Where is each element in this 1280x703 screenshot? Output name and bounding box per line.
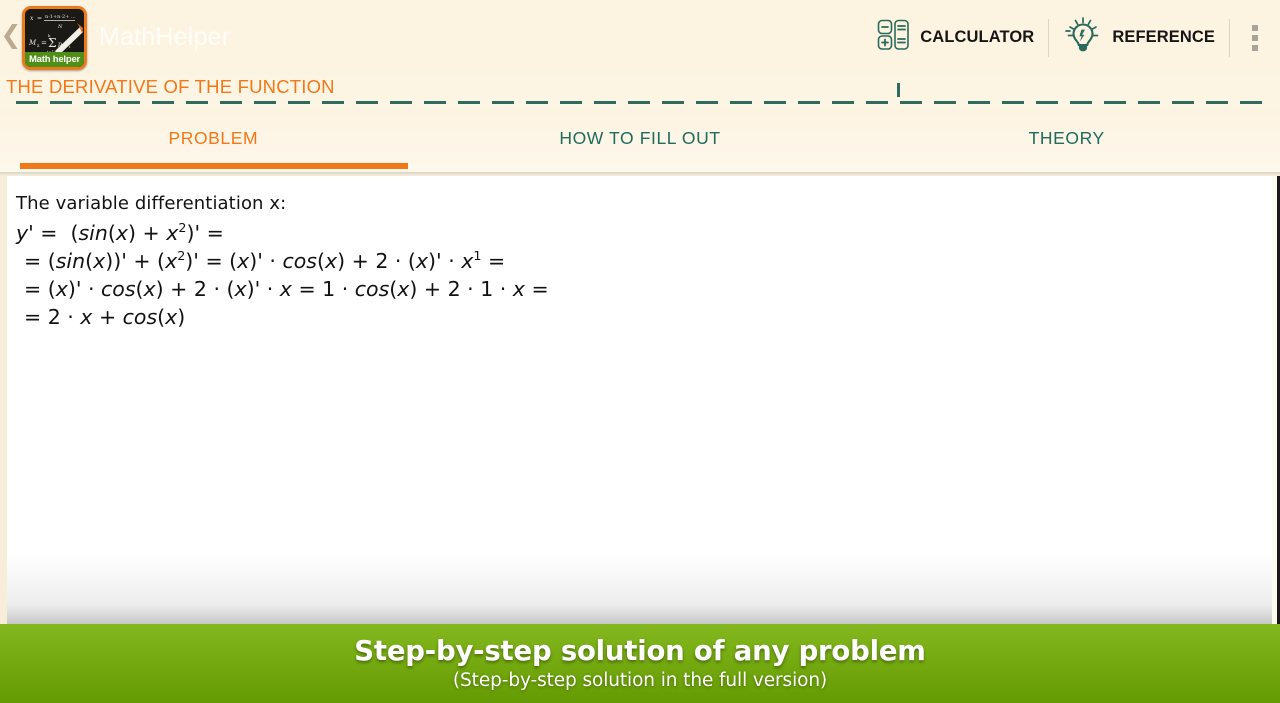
- overflow-dot-1: [1252, 24, 1258, 31]
- solution-line-1: y' = (sin(x) + x2)' =: [16, 220, 224, 245]
- solution-line-4: = 2 · x + cos(x): [24, 305, 186, 329]
- tab-theory-label: THEORY: [1028, 127, 1105, 148]
- top-app-bar: ❮ x = n·1+n·2+ ... N M x = Σ k p i Math …: [0, 0, 1280, 75]
- svg-text:=: =: [41, 39, 47, 47]
- svg-text:=: =: [37, 15, 42, 22]
- solution-steps: The variable differentiation x: y' = (si…: [16, 190, 1260, 331]
- page-title: THE DERIVATIVE OF THE FUNCTION: [6, 76, 335, 97]
- solution-line-3: = (x)' · cos(x) + 2 · (x)' · x = 1 · cos…: [24, 277, 549, 301]
- overflow-dot-2: [1252, 34, 1258, 41]
- dashed-divider: [16, 101, 1270, 104]
- overflow-dot-3: [1252, 44, 1258, 51]
- svg-text:M: M: [28, 39, 37, 47]
- panel-left-strip: [0, 176, 7, 624]
- tab-bar: PROBLEM HOW TO FILL OUT THEORY: [0, 110, 1280, 172]
- reference-label: REFERENCE: [1112, 28, 1215, 46]
- chevron-left-icon: ❮: [0, 21, 22, 49]
- calculator-label: CALCULATOR: [920, 28, 1035, 46]
- promo-banner-subtitle: (Step-by-step solution in the full versi…: [452, 670, 828, 691]
- reference-button[interactable]: REFERENCE: [1049, 11, 1229, 65]
- panel-bottom-fade: [7, 554, 1272, 624]
- promo-banner-title: Step-by-step solution of any problem: [354, 635, 926, 667]
- calculator-button[interactable]: CALCULATOR: [863, 11, 1048, 65]
- overflow-menu-button[interactable]: [1230, 6, 1280, 70]
- promo-banner[interactable]: Step-by-step solution of any problem (St…: [0, 624, 1280, 703]
- tab-theory[interactable]: THEORY: [853, 110, 1280, 172]
- app-title: MathHelper: [99, 23, 231, 51]
- app-logo[interactable]: x = n·1+n·2+ ... N M x = Σ k i=1 p: [22, 5, 87, 70]
- tab-how-to-fill-out[interactable]: HOW TO FILL OUT: [427, 110, 854, 172]
- text-caret: [897, 83, 900, 97]
- solution-intro: The variable differentiation x:: [16, 193, 287, 214]
- back-button[interactable]: ❮: [0, 0, 22, 75]
- tab-problem-label: PROBLEM: [168, 127, 259, 148]
- svg-text:n·1+n·2+ ...: n·1+n·2+ ...: [45, 14, 76, 20]
- app-logo-label: Math helper: [25, 51, 84, 67]
- tab-how-to-fill-out-label: HOW TO FILL OUT: [559, 127, 721, 148]
- calculator-icon: [877, 19, 911, 56]
- solution-panel: The variable differentiation x: y' = (si…: [0, 176, 1280, 624]
- svg-text:N: N: [57, 24, 63, 30]
- lightbulb-icon: [1063, 15, 1103, 60]
- svg-text:Σ: Σ: [48, 36, 56, 50]
- app-root: ❮ x = n·1+n·2+ ... N M x = Σ k p i Math …: [0, 0, 1280, 703]
- solution-line-2: = (sin(x))' + (x2)' = (x)' · cos(x) + 2 …: [24, 248, 506, 273]
- tab-problem[interactable]: PROBLEM: [0, 110, 427, 172]
- panel-right-edge: [1272, 176, 1280, 624]
